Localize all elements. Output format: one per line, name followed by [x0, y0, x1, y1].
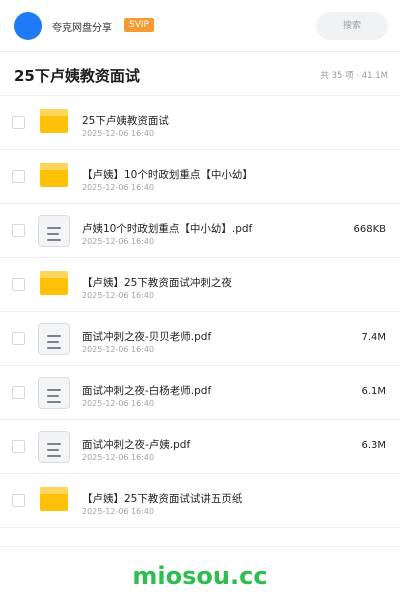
document-line — [47, 227, 61, 229]
item-date: 2025-12-06 16:40 — [82, 453, 155, 462]
document-line — [47, 347, 61, 349]
document-line — [47, 233, 59, 235]
document-line — [47, 401, 61, 403]
item-name: 【卢姨】10个时政划重点【中小幼】 — [82, 169, 253, 181]
item-name: 【卢姨】25下教资面试试讲五页纸 — [82, 493, 243, 505]
document-icon — [38, 323, 70, 355]
document-line — [47, 341, 59, 343]
item-date: 2025-12-06 16:40 — [82, 237, 155, 246]
item-name: 【卢姨】25下教资面试冲刺之夜 — [82, 277, 232, 289]
avatar[interactable] — [14, 12, 42, 40]
folder-icon — [40, 487, 68, 511]
item-date: 2025-12-06 16:40 — [82, 399, 155, 408]
document-line — [47, 455, 61, 457]
folder-icon-box — [38, 269, 70, 301]
select-checkbox[interactable] — [12, 224, 25, 237]
folder-row[interactable]: 【卢姨】25下教资面试冲刺之夜 2025-12-06 16:40 — [0, 258, 400, 312]
folder-row[interactable]: 【卢姨】25下教资面试试讲五页纸 2025-12-06 16:40 — [0, 474, 400, 528]
document-icon-box — [38, 431, 70, 463]
folder-icon — [40, 163, 68, 187]
document-line — [47, 239, 61, 241]
select-checkbox[interactable] — [12, 386, 25, 399]
document-line — [47, 389, 61, 391]
item-size: 7.4M — [361, 332, 386, 343]
search-button[interactable]: 搜索 — [316, 12, 388, 40]
folder-header: 25下卢姨教资面试 共 35 项 · 41.1M — [0, 52, 400, 96]
item-name: 面试冲刺之夜-卢姨.pdf — [82, 439, 191, 451]
item-name: 卢姨10个时政划重点【中小幼】.pdf — [82, 223, 253, 235]
select-checkbox[interactable] — [12, 278, 25, 291]
file-row[interactable]: 面试冲刺之夜-卢姨.pdf 2025-12-06 16:40 6.3M — [0, 420, 400, 474]
file-list: 25下卢姨教资面试 2025-12-06 16:40 【卢姨】10个时政划重点【中小… — [0, 96, 400, 528]
select-checkbox[interactable] — [12, 116, 25, 129]
divider — [0, 546, 400, 547]
item-date: 2025-12-06 16:40 — [82, 507, 155, 516]
select-checkbox[interactable] — [12, 170, 25, 183]
folder-icon-box — [38, 107, 70, 139]
document-icon — [38, 431, 70, 463]
folder-icon — [40, 109, 68, 133]
folder-icon-box — [38, 485, 70, 517]
document-line — [47, 335, 61, 337]
folder-icon-box — [38, 161, 70, 193]
item-date: 2025-12-06 16:40 — [82, 129, 155, 138]
svip-badge: SVIP — [124, 18, 154, 32]
file-row[interactable]: 面试冲刺之夜-白杨老师.pdf 2025-12-06 16:40 6.1M — [0, 366, 400, 420]
document-line — [47, 449, 59, 451]
document-icon-box — [38, 215, 70, 247]
document-line — [47, 443, 61, 445]
select-checkbox[interactable] — [12, 332, 25, 345]
file-row[interactable]: 卢姨10个时政划重点【中小幼】.pdf 2025-12-06 16:40 668KB — [0, 204, 400, 258]
document-icon — [38, 215, 70, 247]
item-size: 6.3M — [361, 440, 386, 451]
app-header: 夸克网盘分享 SVIP 搜索 — [0, 0, 400, 52]
document-icon-box — [38, 377, 70, 409]
item-name: 25下卢姨教资面试 — [82, 115, 169, 127]
item-date: 2025-12-06 16:40 — [82, 345, 155, 354]
page-title: 25下卢姨教资面试 — [14, 67, 140, 85]
watermark: miosou.cc — [132, 562, 268, 590]
item-name: 面试冲刺之夜-贝贝老师.pdf — [82, 331, 212, 343]
document-line — [47, 395, 59, 397]
item-date: 2025-12-06 16:40 — [82, 291, 155, 300]
file-row[interactable]: 面试冲刺之夜-贝贝老师.pdf 2025-12-06 16:40 7.4M — [0, 312, 400, 366]
folder-row[interactable]: 【卢姨】10个时政划重点【中小幼】 2025-12-06 16:40 — [0, 150, 400, 204]
item-size: 6.1M — [361, 386, 386, 397]
item-size: 668KB — [353, 224, 386, 235]
item-name: 面试冲刺之夜-白杨老师.pdf — [82, 385, 212, 397]
folder-icon — [40, 271, 68, 295]
document-icon-box — [38, 323, 70, 355]
folder-row[interactable]: 25下卢姨教资面试 2025-12-06 16:40 — [0, 96, 400, 150]
select-checkbox[interactable] — [12, 440, 25, 453]
folder-summary: 共 35 项 · 41.1M — [320, 71, 388, 81]
item-date: 2025-12-06 16:40 — [82, 183, 155, 192]
select-checkbox[interactable] — [12, 494, 25, 507]
document-icon — [38, 377, 70, 409]
share-title: 夸克网盘分享 — [52, 23, 112, 34]
